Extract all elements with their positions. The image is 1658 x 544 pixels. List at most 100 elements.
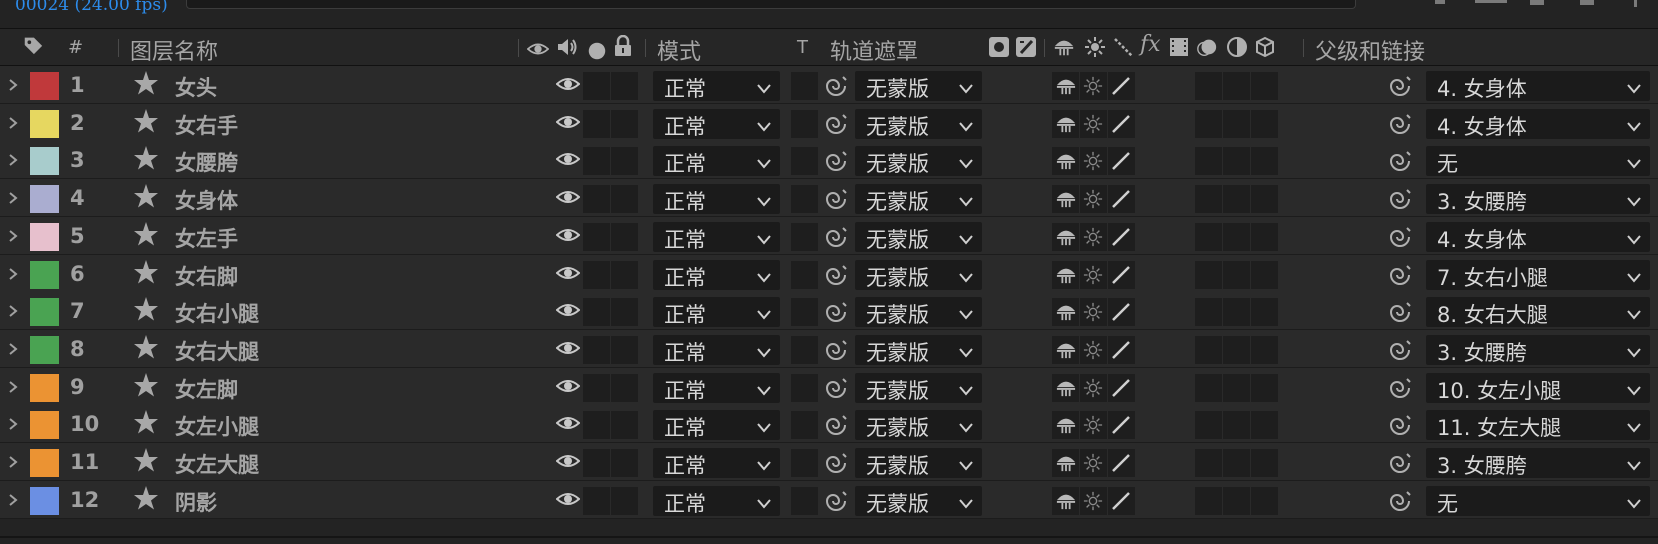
audio-toggle[interactable] <box>583 373 610 402</box>
solo-toggle[interactable] <box>611 411 638 440</box>
motion-blur-switch[interactable] <box>1223 335 1250 364</box>
solo-dot-icon[interactable] <box>586 40 608 62</box>
motion-blur-switch[interactable] <box>1223 222 1250 251</box>
toolbar-icon[interactable] <box>1580 0 1594 5</box>
layer-row[interactable]: 8 女右大腿 正常 无蒙版 3. 女腰胯 <box>0 329 1658 368</box>
parent-dropdown[interactable]: 无 <box>1426 146 1650 177</box>
parent-dropdown[interactable]: 7. 女右小腿 <box>1426 259 1650 290</box>
column-fx[interactable]: fx <box>1140 32 1161 57</box>
shy-switch[interactable] <box>1052 260 1079 289</box>
quality-switch[interactable] <box>1108 373 1135 402</box>
frame-blend-switch[interactable] <box>1195 373 1222 402</box>
frame-blend-switch[interactable] <box>1195 411 1222 440</box>
quality-switch[interactable] <box>1108 72 1135 100</box>
solo-toggle[interactable] <box>611 298 638 327</box>
parent-pick-whip-icon[interactable] <box>1387 299 1413 325</box>
column-divider[interactable] <box>1044 39 1045 57</box>
layer-row[interactable]: 9 女左脚 正常 无蒙版 10. 女左小腿 <box>0 367 1658 406</box>
audio-toggle[interactable] <box>583 147 610 176</box>
expand-chevron-icon[interactable] <box>6 190 20 206</box>
solo-toggle[interactable] <box>611 486 638 515</box>
frame-blend-switch[interactable] <box>1195 335 1222 364</box>
motion-blur-switch[interactable] <box>1223 298 1250 327</box>
quality-switch[interactable] <box>1108 411 1135 440</box>
label-color-swatch[interactable] <box>30 109 59 138</box>
label-color-swatch[interactable] <box>30 260 59 289</box>
parent-dropdown[interactable]: 4. 女身体 <box>1426 108 1650 139</box>
audio-toggle[interactable] <box>583 109 610 138</box>
shy-switch[interactable] <box>1052 373 1079 402</box>
expand-chevron-icon[interactable] <box>6 266 20 282</box>
quality-switch[interactable] <box>1108 109 1135 138</box>
track-matte-dropdown[interactable]: 无蒙版 <box>855 108 982 139</box>
label-color-swatch[interactable] <box>30 185 59 214</box>
column-track-matte[interactable]: 轨道遮罩 <box>830 34 918 66</box>
collapse-switch[interactable] <box>1080 449 1107 477</box>
matte-pick-whip-icon[interactable] <box>823 337 849 363</box>
audio-toggle[interactable] <box>583 298 610 327</box>
parent-pick-whip-icon[interactable] <box>1387 488 1413 514</box>
3d-layer-switch[interactable] <box>1251 109 1278 138</box>
label-color-swatch[interactable] <box>30 72 59 100</box>
layer-row[interactable]: 3 女腰胯 正常 无蒙版 无 <box>0 141 1658 180</box>
mode-dropdown[interactable]: 正常 <box>653 221 780 252</box>
preserve-transparency-toggle[interactable] <box>791 335 818 364</box>
layer-name[interactable]: 女左手 <box>175 223 238 253</box>
column-parent[interactable]: 父级和链接 <box>1315 34 1425 66</box>
parent-pick-whip-icon[interactable] <box>1387 73 1413 99</box>
column-divider[interactable] <box>645 39 646 57</box>
parent-pick-whip-icon[interactable] <box>1387 412 1413 438</box>
lock-icon[interactable] <box>612 35 634 57</box>
track-matte-dropdown[interactable]: 无蒙版 <box>855 485 982 516</box>
frame-blend-switch[interactable] <box>1195 147 1222 176</box>
column-t[interactable]: T <box>797 37 808 58</box>
mode-dropdown[interactable]: 正常 <box>653 259 780 290</box>
solo-toggle[interactable] <box>611 109 638 138</box>
motion-blur-switch[interactable] <box>1223 486 1250 515</box>
frame-blend-switch[interactable] <box>1195 185 1222 214</box>
layer-name[interactable]: 女左脚 <box>175 374 238 404</box>
visibility-eye-icon[interactable] <box>555 452 581 470</box>
motion-blur-switch[interactable] <box>1223 109 1250 138</box>
column-layer-name[interactable]: 图层名称 <box>130 34 218 66</box>
audio-toggle[interactable] <box>583 486 610 515</box>
shy-switch[interactable] <box>1052 222 1079 251</box>
layer-row[interactable]: 12 阴影 正常 无蒙版 无 <box>0 480 1658 519</box>
audio-toggle[interactable] <box>583 185 610 214</box>
visibility-eye-icon[interactable] <box>555 490 581 508</box>
label-color-swatch[interactable] <box>30 147 59 176</box>
motion-blur-switch[interactable] <box>1223 449 1250 477</box>
collapse-switch[interactable] <box>1080 147 1107 176</box>
motion-blur-switch[interactable] <box>1223 260 1250 289</box>
frame-blend-switch[interactable] <box>1195 449 1222 477</box>
preserve-underlying-icon[interactable] <box>988 36 1010 58</box>
parent-pick-whip-icon[interactable] <box>1387 337 1413 363</box>
preserve-transparency-toggle[interactable] <box>791 411 818 440</box>
parent-pick-whip-icon[interactable] <box>1387 186 1413 212</box>
toolbar-icon[interactable] <box>1475 0 1507 3</box>
collapse-switch[interactable] <box>1080 411 1107 440</box>
mode-dropdown[interactable]: 正常 <box>653 485 780 516</box>
preserve-transparency-toggle[interactable] <box>791 109 818 138</box>
matte-pick-whip-icon[interactable] <box>823 412 849 438</box>
expand-chevron-icon[interactable] <box>6 416 20 432</box>
layer-row[interactable]: 6 女右脚 正常 无蒙版 7. 女右小腿 <box>0 254 1658 293</box>
3d-layer-switch[interactable] <box>1251 72 1278 100</box>
preserve-transparency-toggle[interactable] <box>791 486 818 515</box>
solo-toggle[interactable] <box>611 185 638 214</box>
search-input[interactable] <box>186 0 1356 9</box>
mode-dropdown[interactable]: 正常 <box>653 448 780 478</box>
collapse-switch[interactable] <box>1080 298 1107 327</box>
shy-switch[interactable] <box>1052 147 1079 176</box>
frame-blend-switch[interactable] <box>1195 72 1222 100</box>
layer-row[interactable]: 1 女头 正常 无蒙版 4. 女身体 <box>0 66 1658 104</box>
parent-pick-whip-icon[interactable] <box>1387 148 1413 174</box>
expand-chevron-icon[interactable] <box>6 77 20 93</box>
layer-row[interactable]: 5 女左手 正常 无蒙版 4. 女身体 <box>0 216 1658 255</box>
mode-dropdown[interactable]: 正常 <box>653 184 780 215</box>
toolbar-icon[interactable] <box>1530 0 1544 5</box>
layer-name[interactable]: 女右手 <box>175 110 238 140</box>
motion-blur-switch[interactable] <box>1223 373 1250 402</box>
visibility-eye-icon[interactable] <box>555 377 581 395</box>
preserve-transparency-toggle[interactable] <box>791 260 818 289</box>
